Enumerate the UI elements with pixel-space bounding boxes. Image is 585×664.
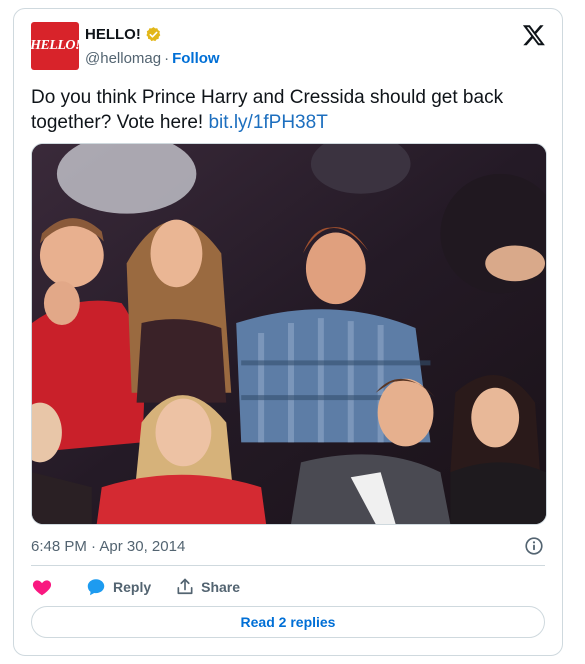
divider <box>31 565 545 566</box>
tweet-date: Apr 30, 2014 <box>99 538 186 555</box>
handle-row: @hellomag · Follow <box>85 50 220 67</box>
share-label: Share <box>201 579 241 595</box>
tweet-photo[interactable] <box>31 143 547 525</box>
tweet-link[interactable]: bit.ly/1fPH38T <box>208 112 327 133</box>
tweet-timestamp[interactable]: 6:48 PM · Apr 30, 2014 <box>31 538 185 555</box>
x-logo-icon[interactable] <box>522 23 546 47</box>
action-bar: Reply Share <box>31 575 240 599</box>
follow-button[interactable]: Follow <box>172 50 220 67</box>
info-icon[interactable] <box>523 535 545 557</box>
name-row: HELLO! <box>85 26 162 43</box>
tweet-time: 6:48 PM <box>31 538 87 555</box>
handle-separator: · <box>164 50 170 67</box>
reply-button[interactable]: Reply <box>85 576 151 598</box>
timestamp-separator: · <box>91 538 97 555</box>
reply-label: Reply <box>113 579 152 595</box>
tweet-card: HELLO! HELLO! @hellomag · Follow Do you th… <box>13 8 563 656</box>
heart-icon <box>32 580 52 596</box>
handle[interactable]: @hellomag <box>85 50 161 67</box>
tweet-text: Do you think Prince Harry and Cressida s… <box>31 85 551 135</box>
share-button[interactable]: Share <box>175 577 240 597</box>
like-button[interactable] <box>31 576 53 598</box>
avatar-logo-text: HELLO! <box>30 38 80 53</box>
avatar[interactable]: HELLO! <box>30 22 80 70</box>
share-upload-icon <box>177 578 193 595</box>
reply-bubble-icon <box>87 579 105 596</box>
verified-badge-icon <box>146 27 161 42</box>
read-replies-button[interactable]: Read 2 replies <box>31 606 545 638</box>
display-name[interactable]: HELLO! <box>85 26 141 43</box>
crowd-photo-illustration <box>32 144 546 524</box>
